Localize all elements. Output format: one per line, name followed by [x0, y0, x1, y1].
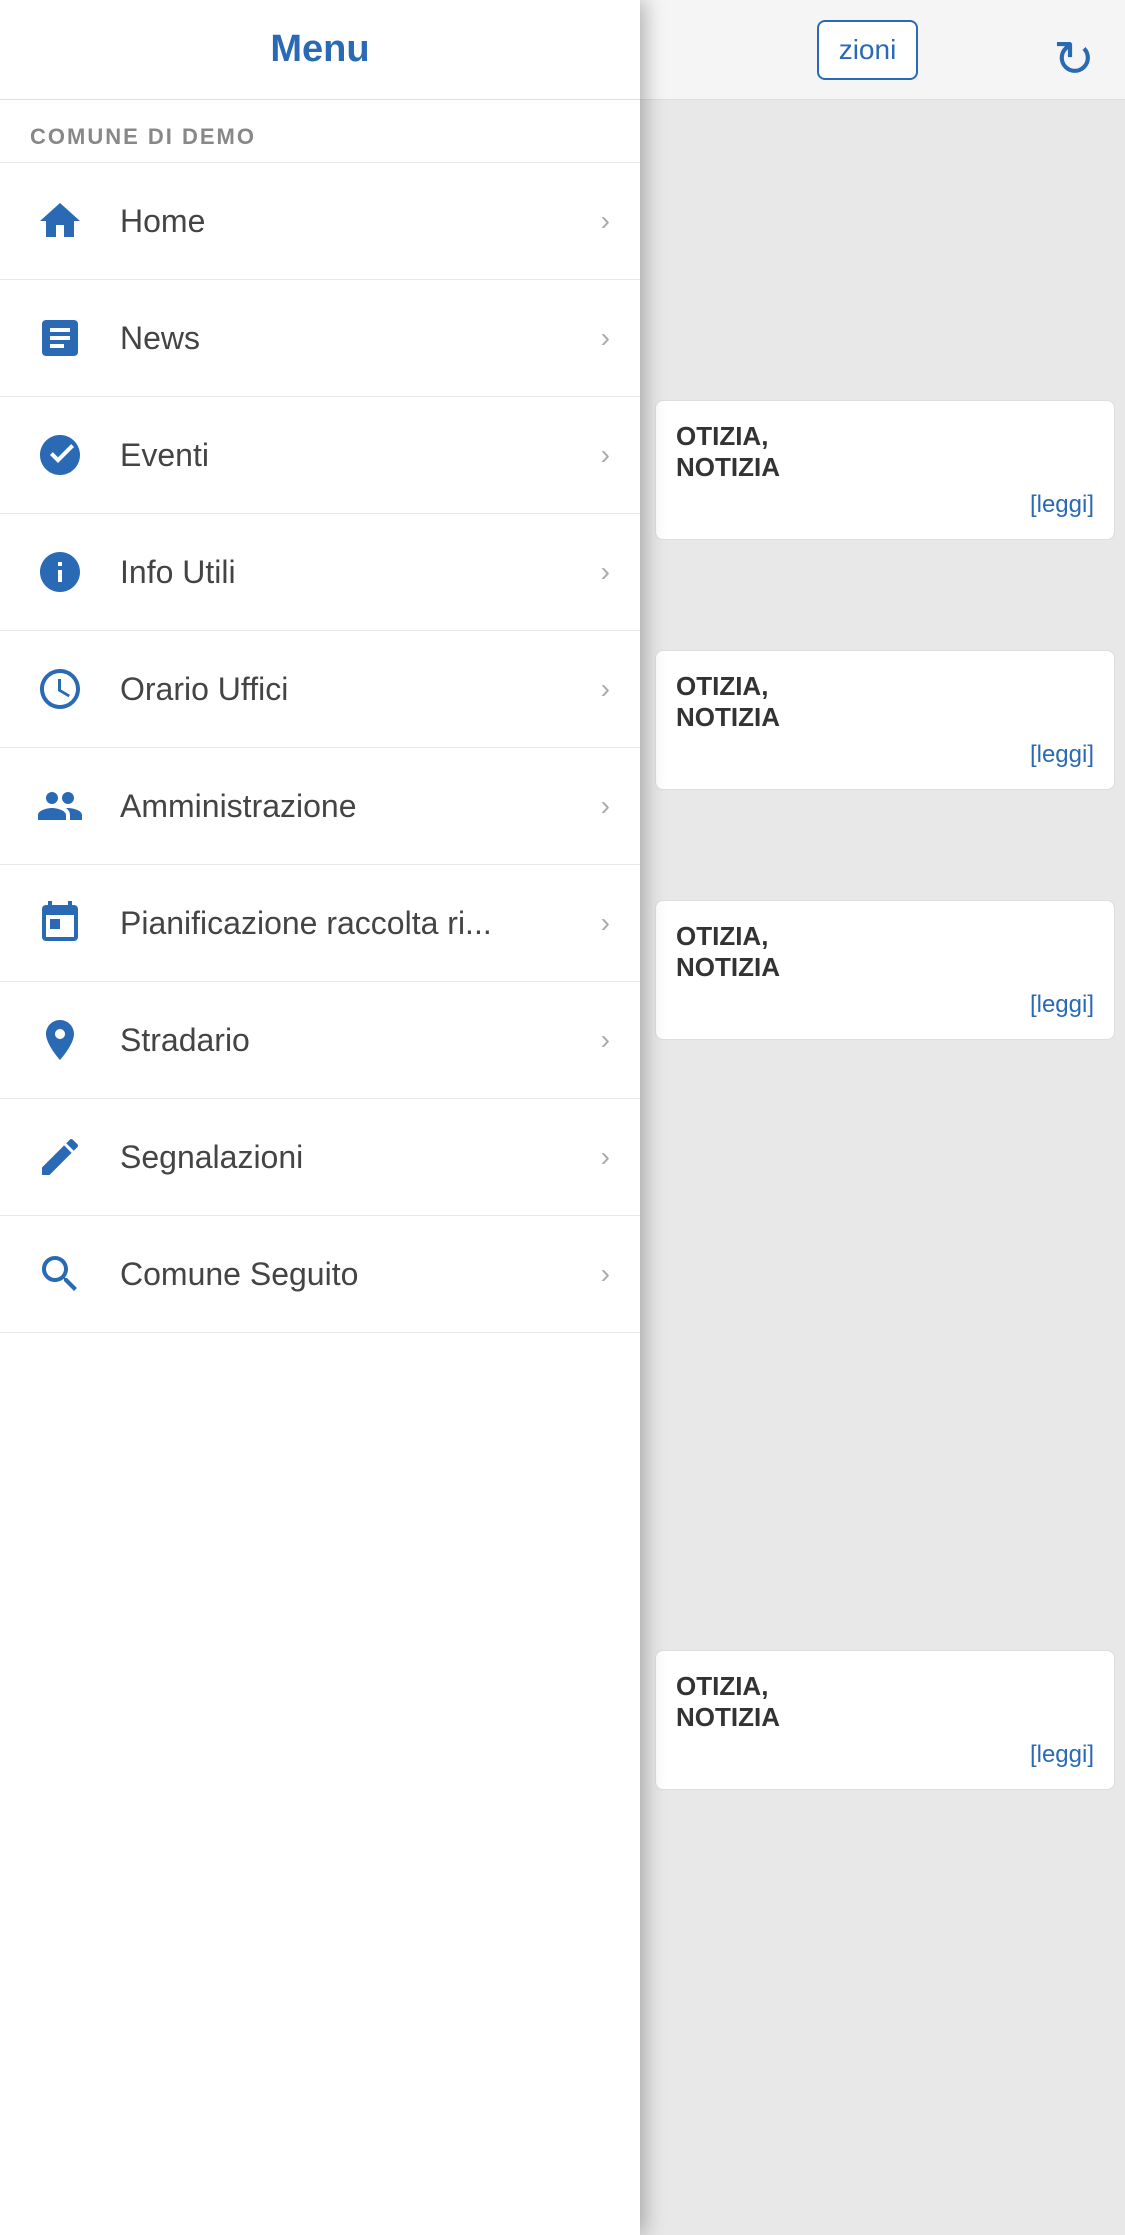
bg-header: zioni [630, 0, 1125, 100]
news-icon [30, 308, 90, 368]
menu-item-news-label: News [120, 320, 591, 357]
menu-item-admin-label: Amministrazione [120, 788, 591, 825]
bg-news-leggi-4: [leggi] [676, 1741, 1094, 1769]
eventi-chevron-icon: › [601, 439, 610, 471]
home-icon [30, 191, 90, 251]
bg-news-leggi-3: [leggi] [676, 991, 1094, 1019]
bg-news-item-3: OTIZIA,NOTIZIA [leggi] [655, 900, 1115, 1040]
menu-item-pianificazione[interactable]: Pianificazione raccolta ri... › [0, 865, 640, 982]
bg-news-title-4: OTIZIA,NOTIZIA [676, 1671, 1094, 1733]
menu-item-eventi[interactable]: Eventi › [0, 397, 640, 514]
menu-item-stradario-label: Stradario [120, 1022, 591, 1059]
menu-overlay: Menu COMUNE DI DEMO Home › News › [0, 0, 640, 2235]
menu-item-orario-uffici[interactable]: Orario Uffici › [0, 631, 640, 748]
bg-news-title-3: OTIZIA,NOTIZIA [676, 921, 1094, 983]
bg-button: zioni [817, 20, 919, 80]
orario-chevron-icon: › [601, 673, 610, 705]
admin-icon [30, 776, 90, 836]
pianificazione-chevron-icon: › [601, 907, 610, 939]
menu-item-segnalazioni[interactable]: Segnalazioni › [0, 1099, 640, 1216]
menu-item-comune-seguito[interactable]: Comune Seguito › [0, 1216, 640, 1333]
target-icon [30, 1010, 90, 1070]
menu-item-home[interactable]: Home › [0, 163, 640, 280]
menu-title: Menu [270, 28, 369, 71]
bg-news-leggi-2: [leggi] [676, 741, 1094, 769]
bg-news-title-2: OTIZIA,NOTIZIA [676, 671, 1094, 733]
reload-icon: ↻ [1053, 30, 1095, 88]
bg-news-item-1: OTIZIA,NOTIZIA [leggi] [655, 400, 1115, 540]
menu-item-info-utili[interactable]: Info Utili › [0, 514, 640, 631]
stradario-chevron-icon: › [601, 1024, 610, 1056]
menu-header: Menu [0, 0, 640, 100]
bg-news-item-2: OTIZIA,NOTIZIA [leggi] [655, 650, 1115, 790]
menu-section-label: COMUNE DI DEMO [0, 100, 640, 163]
calendar-icon [30, 893, 90, 953]
bg-news-title-1: OTIZIA,NOTIZIA [676, 421, 1094, 483]
bg-news-leggi-1: [leggi] [676, 491, 1094, 519]
eventi-icon [30, 425, 90, 485]
info-icon [30, 542, 90, 602]
info-chevron-icon: › [601, 556, 610, 588]
clock-icon [30, 659, 90, 719]
home-chevron-icon: › [601, 205, 610, 237]
menu-item-segnalazioni-label: Segnalazioni [120, 1139, 591, 1176]
menu-item-info-label: Info Utili [120, 554, 591, 591]
news-chevron-icon: › [601, 322, 610, 354]
menu-item-eventi-label: Eventi [120, 437, 591, 474]
menu-item-stradario[interactable]: Stradario › [0, 982, 640, 1099]
segnalazioni-chevron-icon: › [601, 1141, 610, 1173]
menu-item-amministrazione[interactable]: Amministrazione › [0, 748, 640, 865]
menu-item-orario-label: Orario Uffici [120, 671, 591, 708]
menu-item-pianificazione-label: Pianificazione raccolta ri... [120, 905, 591, 942]
edit-icon [30, 1127, 90, 1187]
menu-items-container: Home › News › Eventi › [0, 163, 640, 2235]
menu-item-home-label: Home [120, 203, 591, 240]
menu-item-comune-seguito-label: Comune Seguito [120, 1256, 591, 1293]
menu-item-news[interactable]: News › [0, 280, 640, 397]
admin-chevron-icon: › [601, 790, 610, 822]
bg-news-item-4: OTIZIA,NOTIZIA [leggi] [655, 1650, 1115, 1790]
comune-seguito-chevron-icon: › [601, 1258, 610, 1290]
search-icon [30, 1244, 90, 1304]
